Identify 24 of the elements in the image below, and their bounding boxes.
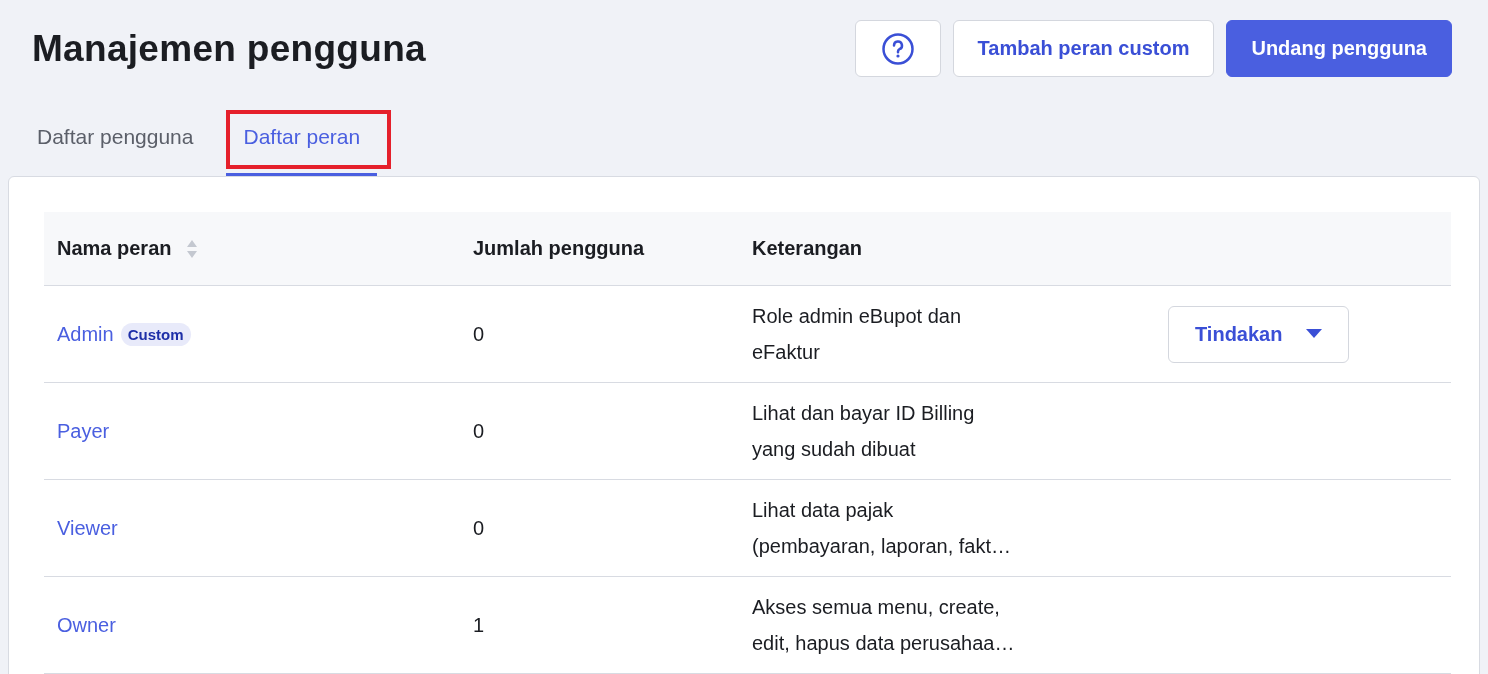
user-count: 0 (473, 419, 485, 442)
role-description: Lihat dan bayar ID Billing yang sudah dibuat (752, 401, 975, 462)
custom-badge: Custom (120, 322, 191, 346)
user-count: 0 (473, 516, 485, 539)
column-header: Nama peran (57, 237, 172, 260)
role-link[interactable]: Admin (57, 322, 114, 346)
page-title: Manajemen pengguna (32, 27, 426, 70)
role-description: Lihat data pajak (pembayaran, laporan, fakt… (752, 498, 1012, 559)
add-custom-role-button[interactable]: Tambah peran custom (952, 20, 1215, 77)
caret-icon (1306, 329, 1323, 339)
role-description: Akses semua menu, create, edit, hapus data perusahaa… (752, 595, 1015, 656)
column-header: Keterangan (752, 237, 863, 260)
invite-user-button[interactable]: Undang pengguna (1226, 20, 1452, 77)
role-description: Role admin eBupot dan eFaktur (752, 304, 962, 365)
actions-dropdown[interactable]: Tindakan (1168, 305, 1350, 363)
role-link[interactable]: Payer (57, 419, 110, 443)
role-link[interactable]: Owner (57, 613, 116, 637)
column-header: Jumlah pengguna (473, 237, 645, 260)
tab[interactable]: Daftar pengguna (20, 113, 211, 176)
help-icon (880, 31, 915, 66)
user-count: 1 (473, 613, 485, 636)
help-button[interactable] (854, 20, 941, 77)
user-count: 0 (473, 322, 485, 345)
role-link[interactable]: Viewer (57, 516, 118, 540)
